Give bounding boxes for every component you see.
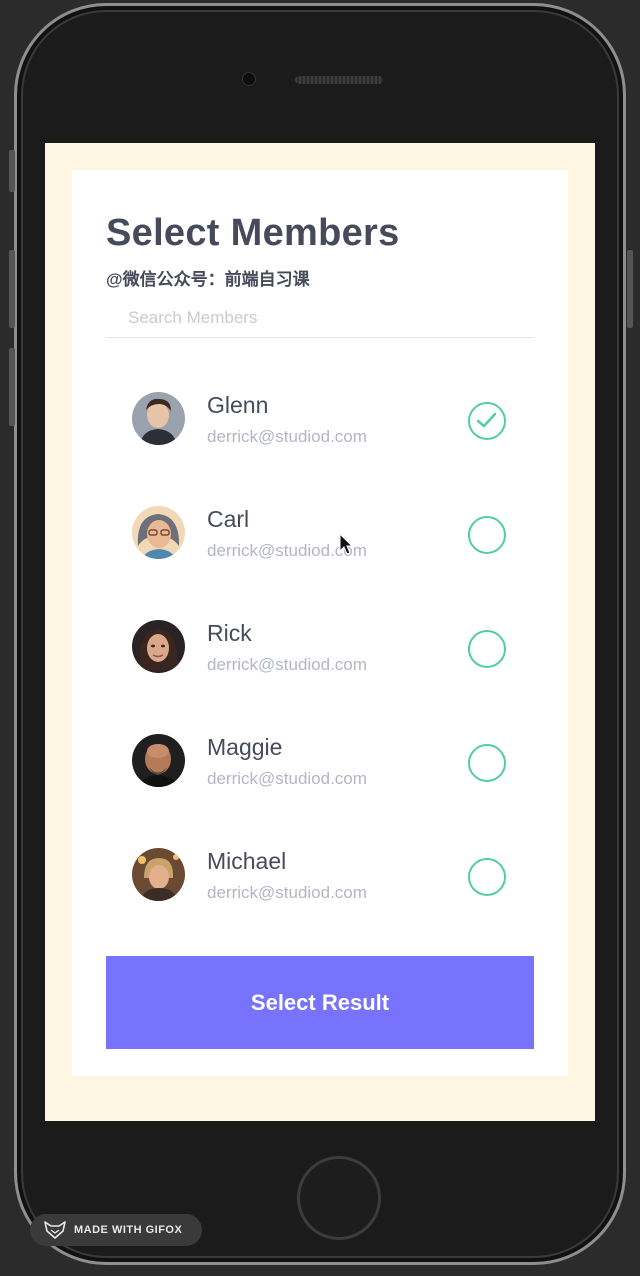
member-name: Maggie [207,734,283,760]
member-name: Rick [207,620,252,646]
avatar [132,392,185,445]
page-subtitle: @微信公众号：前端自习课 [106,270,310,289]
page-title: Select Members [106,212,400,254]
app-screen: Select Members @微信公众号：前端自习课 Glenn derric… [45,143,595,1121]
mute-switch [9,150,15,192]
member-name: Glenn [207,392,269,418]
fox-logo-icon [44,1221,66,1239]
select-result-button[interactable]: Select Result [106,956,534,1049]
watermark-label: MADE WITH GIFOX [74,1224,183,1236]
avatar [132,848,185,901]
member-item-glenn[interactable]: Glenn derrick@studiod.com [72,365,568,479]
member-list: Glenn derrick@studiod.com Carl derrick@s… [72,365,568,935]
selection-checkbox[interactable] [468,402,506,440]
member-email: derrick@studiod.com [207,655,367,674]
selection-checkbox[interactable] [468,630,506,668]
avatar [132,734,185,787]
home-button[interactable] [297,1156,381,1240]
avatar [132,620,185,673]
selection-checkbox[interactable] [468,516,506,554]
member-email: derrick@studiod.com [207,427,367,446]
member-name: Michael [207,848,287,874]
member-email: derrick@studiod.com [207,883,367,902]
selection-checkbox[interactable] [468,858,506,896]
member-item-maggie[interactable]: Maggie derrick@studiod.com [72,707,568,821]
volume-up-button [9,250,15,328]
volume-down-button [9,348,15,426]
member-item-carl[interactable]: Carl derrick@studiod.com [72,479,568,593]
search-input[interactable] [106,298,534,338]
camera-icon [242,72,256,86]
member-item-michael[interactable]: Michael derrick@studiod.com [72,821,568,935]
power-button [627,250,633,328]
checkmark-icon [476,412,497,428]
selection-checkbox[interactable] [468,744,506,782]
speaker-grille [295,76,383,84]
members-card: Select Members @微信公众号：前端自习课 Glenn derric… [72,170,568,1076]
member-name: Carl [207,506,250,532]
member-item-rick[interactable]: Rick derrick@studiod.com [72,593,568,707]
mouse-cursor-icon [339,533,354,555]
member-email: derrick@studiod.com [207,769,367,788]
gifox-watermark: MADE WITH GIFOX [30,1214,202,1246]
avatar [132,506,185,559]
